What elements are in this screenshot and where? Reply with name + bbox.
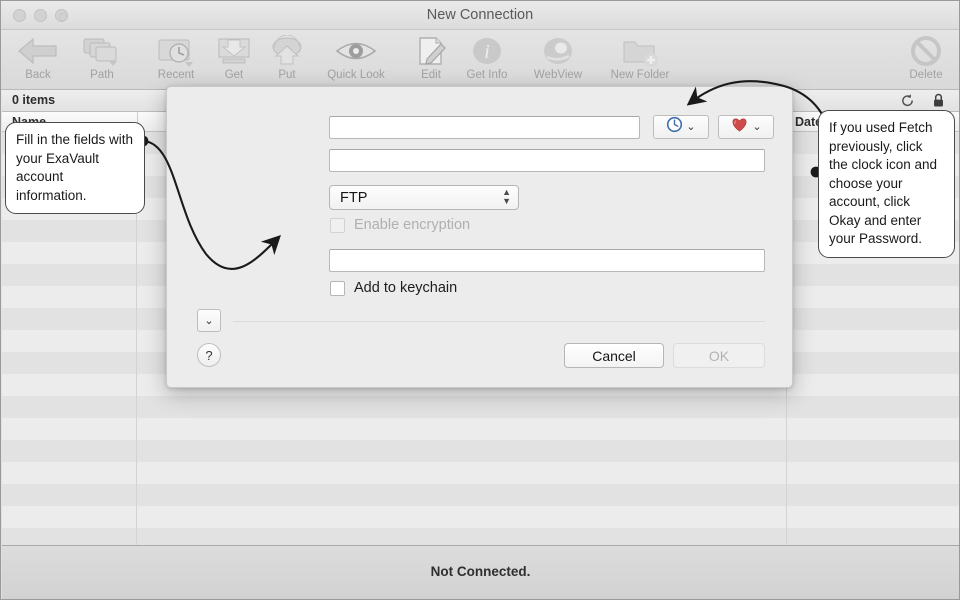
webview-globe-icon [538, 32, 578, 70]
toolbar-label: Put [278, 69, 296, 81]
list-row[interactable] [2, 440, 959, 462]
edit-pencil-icon [411, 32, 451, 70]
hostname-input[interactable] [329, 116, 640, 139]
toolbar-label: Get [224, 69, 244, 81]
chevron-down-icon: ⌄ [686, 120, 696, 133]
delete-prohibited-icon [906, 32, 946, 70]
toolbar-label: Edit [421, 69, 441, 81]
toolbar-label: Recent [157, 69, 195, 81]
list-row[interactable] [2, 462, 959, 484]
toolbar-button-path[interactable]: Path [65, 32, 139, 90]
enable-encryption-row[interactable]: Enable encryption [330, 217, 470, 233]
left-callout-box: Fill in the fields with your ExaVault ac… [5, 122, 145, 214]
back-arrow-icon [16, 32, 60, 70]
chevron-down-icon: ⌄ [752, 120, 762, 133]
connect-using-value: FTP [340, 189, 368, 206]
svg-text:i: i [484, 41, 490, 63]
toolbar-label: Back [25, 69, 51, 81]
toolbar-label: WebView [533, 69, 583, 81]
stepper-arrows-icon: ▲ ▼ [502, 187, 511, 206]
shortcuts-button[interactable]: ⌄ [718, 115, 774, 139]
list-row[interactable] [2, 418, 959, 440]
toolbar-label: Path [90, 69, 114, 81]
right-callout-text: If you used Fetch previously, click the … [829, 120, 938, 246]
status-bar: Not Connected. [2, 545, 959, 599]
cancel-button[interactable]: Cancel [564, 343, 664, 368]
username-input[interactable] [329, 149, 765, 172]
add-to-keychain-label: Add to keychain [354, 280, 458, 296]
toolbar-button-new-folder[interactable]: New Folder [603, 32, 677, 90]
window-titlebar: New Connection [1, 1, 959, 30]
toolbar-label: Delete [909, 69, 943, 81]
item-count-label: 0 items [12, 93, 56, 107]
put-upload-icon [265, 32, 309, 70]
list-row[interactable] [2, 506, 959, 528]
window-title: New Connection [426, 7, 534, 23]
list-row[interactable] [2, 396, 959, 418]
list-row[interactable] [2, 484, 959, 506]
chevron-down-icon: ⌄ [204, 315, 214, 327]
toolbar-label: New Folder [610, 69, 670, 81]
new-connection-dialog: Hostname: ⌄ ⌄ Username: Conn [166, 86, 793, 388]
toolbar-button-back[interactable]: Back [1, 32, 75, 90]
add-to-keychain-row[interactable]: Add to keychain [330, 280, 457, 296]
enable-encryption-checkbox[interactable] [330, 217, 345, 233]
heart-icon [730, 116, 749, 138]
toolbar-button-put[interactable]: Put [250, 32, 324, 90]
clock-icon [666, 116, 683, 138]
help-label: ? [205, 347, 213, 363]
info-icon: i [467, 32, 507, 70]
toolbar-button-quick-look[interactable]: Quick Look [319, 32, 393, 90]
app-root: New Connection Back Path Recent Get Put … [0, 0, 960, 600]
main-toolbar: Back Path Recent Get Put Quick Look Edit… [1, 30, 959, 90]
lock-icon[interactable] [932, 93, 945, 111]
disclosure-toggle-button[interactable]: ⌄ [197, 309, 221, 332]
section-divider [233, 321, 765, 322]
toolbar-button-get-info[interactable]: i Get Info [450, 32, 524, 90]
recent-clock-folder-icon [154, 32, 198, 70]
connection-status-label: Not Connected. [430, 564, 531, 579]
ok-label: OK [708, 347, 730, 364]
ok-button[interactable]: OK [673, 343, 765, 368]
help-button[interactable]: ? [197, 343, 221, 367]
cancel-label: Cancel [592, 347, 636, 364]
right-callout-box: If you used Fetch previously, click the … [818, 110, 955, 258]
left-callout-text: Fill in the fields with your ExaVault ac… [16, 132, 134, 203]
connect-using-select[interactable]: FTP ▲ ▼ [329, 185, 519, 210]
toolbar-label: Get Info [466, 69, 508, 81]
path-folders-icon [80, 32, 124, 70]
toolbar-label: Quick Look [327, 69, 385, 81]
enable-encryption-label: Enable encryption [354, 217, 471, 233]
eye-icon [332, 32, 380, 70]
toolbar-button-delete[interactable]: Delete [889, 32, 960, 90]
password-input[interactable] [329, 249, 765, 272]
toolbar-button-webview[interactable]: WebView [521, 32, 595, 90]
connection-history-button[interactable]: ⌄ [653, 115, 709, 139]
new-folder-icon [618, 32, 662, 70]
add-to-keychain-checkbox[interactable] [330, 280, 345, 296]
list-row[interactable] [2, 528, 959, 545]
refresh-icon[interactable] [900, 93, 915, 111]
